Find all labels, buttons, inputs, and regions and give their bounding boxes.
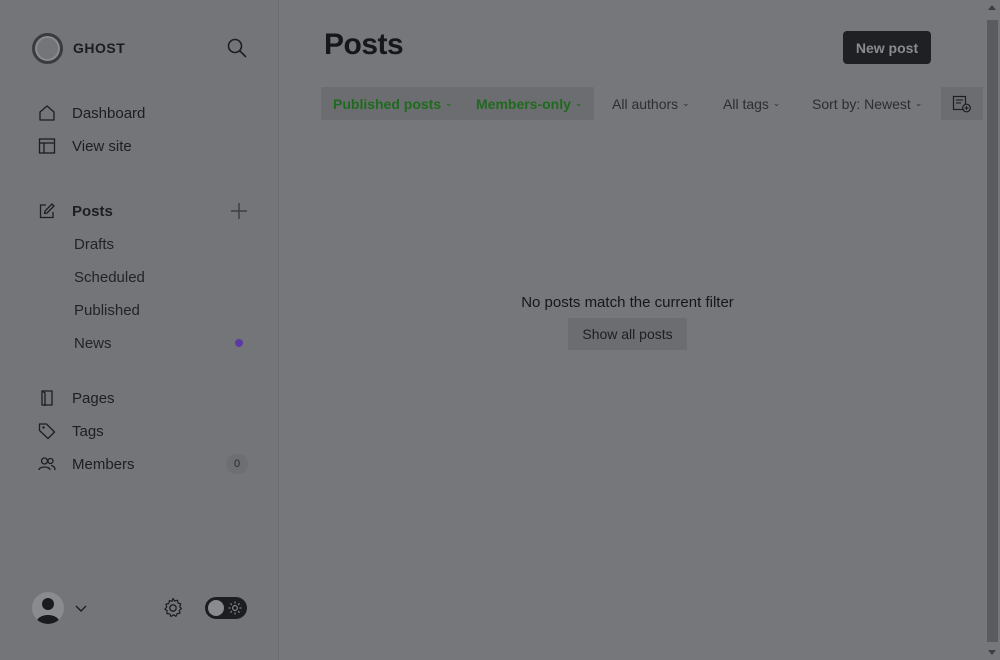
scroll-down-icon[interactable] bbox=[988, 650, 996, 655]
chevron-down-icon bbox=[74, 603, 88, 613]
sidebar-subitem-label: Drafts bbox=[74, 235, 115, 253]
sidebar-item-label: View site bbox=[72, 137, 132, 155]
chevron-down-icon: ⌄ bbox=[445, 98, 453, 108]
filter-sort[interactable]: Sort by: Newest ⌄ bbox=[800, 87, 934, 120]
search-icon[interactable] bbox=[226, 37, 248, 59]
sidebar-item-label: Members bbox=[72, 455, 135, 473]
layout-icon bbox=[38, 137, 56, 155]
brand[interactable]: GHOST bbox=[32, 32, 125, 64]
filter-label: Published posts bbox=[333, 95, 442, 112]
sidebar-subitem-label: News bbox=[74, 334, 112, 352]
filter-label: Members-only bbox=[476, 95, 571, 112]
filter-published-posts[interactable]: Published posts ⌄ bbox=[321, 87, 465, 120]
page-title: Posts bbox=[324, 28, 404, 61]
show-all-posts-button[interactable]: Show all posts bbox=[568, 318, 687, 350]
tag-icon bbox=[38, 422, 56, 440]
sidebar-item-tags[interactable]: Tags bbox=[38, 419, 250, 443]
sidebar-item-label: Tags bbox=[72, 422, 104, 440]
members-count-badge: 0 bbox=[226, 454, 248, 474]
filter-all-authors[interactable]: All authors ⌄ bbox=[600, 87, 702, 120]
sidebar-subitem-drafts[interactable]: Drafts bbox=[74, 233, 250, 255]
chevron-down-icon: ⌄ bbox=[914, 98, 923, 108]
ghost-logo-icon bbox=[32, 32, 63, 64]
sidebar-item-dashboard[interactable]: Dashboard bbox=[38, 101, 250, 125]
gear-icon[interactable] bbox=[161, 596, 185, 620]
scroll-up-icon[interactable] bbox=[988, 5, 996, 10]
sidebar-subitem-news[interactable]: News bbox=[74, 332, 250, 354]
news-indicator-dot bbox=[235, 339, 243, 347]
view-options-button[interactable] bbox=[941, 87, 983, 120]
sidebar-item-members[interactable]: Members bbox=[38, 452, 250, 476]
home-icon bbox=[38, 104, 56, 122]
list-view-icon bbox=[952, 95, 972, 113]
new-post-button[interactable]: New post bbox=[843, 31, 931, 64]
empty-state-message: No posts match the current filter bbox=[521, 294, 734, 311]
user-menu[interactable] bbox=[32, 592, 88, 624]
sidebar-item-pages[interactable]: Pages bbox=[38, 386, 250, 410]
filter-label: All authors bbox=[612, 95, 679, 112]
toggle-knob bbox=[208, 600, 224, 616]
scrollbar[interactable] bbox=[985, 0, 1000, 660]
sun-icon bbox=[228, 601, 242, 615]
chevron-down-icon: ⌄ bbox=[574, 98, 583, 108]
chevron-down-icon: ⌄ bbox=[682, 98, 690, 108]
sidebar: GHOST Dashboard View site Posts Drafts S… bbox=[0, 0, 279, 660]
sidebar-item-label: Dashboard bbox=[72, 104, 146, 122]
add-post-icon[interactable] bbox=[229, 201, 249, 221]
page-icon bbox=[38, 389, 56, 407]
avatar bbox=[32, 592, 64, 624]
filter-label: All tags bbox=[723, 95, 769, 112]
scroll-thumb[interactable] bbox=[987, 20, 998, 642]
edit-icon bbox=[38, 202, 56, 220]
filter-members-only[interactable]: Members-only ⌄ bbox=[464, 87, 595, 120]
brand-name: GHOST bbox=[73, 40, 126, 56]
filter-all-tags[interactable]: All tags ⌄ bbox=[711, 87, 792, 120]
filter-label: Sort by: Newest bbox=[812, 95, 911, 112]
members-icon bbox=[38, 455, 56, 473]
sidebar-subitem-label: Scheduled bbox=[74, 268, 145, 286]
theme-toggle[interactable] bbox=[205, 597, 247, 619]
chevron-down-icon: ⌄ bbox=[772, 98, 781, 108]
sidebar-item-view-site[interactable]: View site bbox=[38, 134, 250, 158]
sidebar-item-label: Pages bbox=[72, 389, 115, 407]
sidebar-item-posts[interactable]: Posts bbox=[38, 199, 250, 223]
sidebar-item-label: Posts bbox=[72, 202, 113, 220]
sidebar-subitem-scheduled[interactable]: Scheduled bbox=[74, 266, 250, 288]
